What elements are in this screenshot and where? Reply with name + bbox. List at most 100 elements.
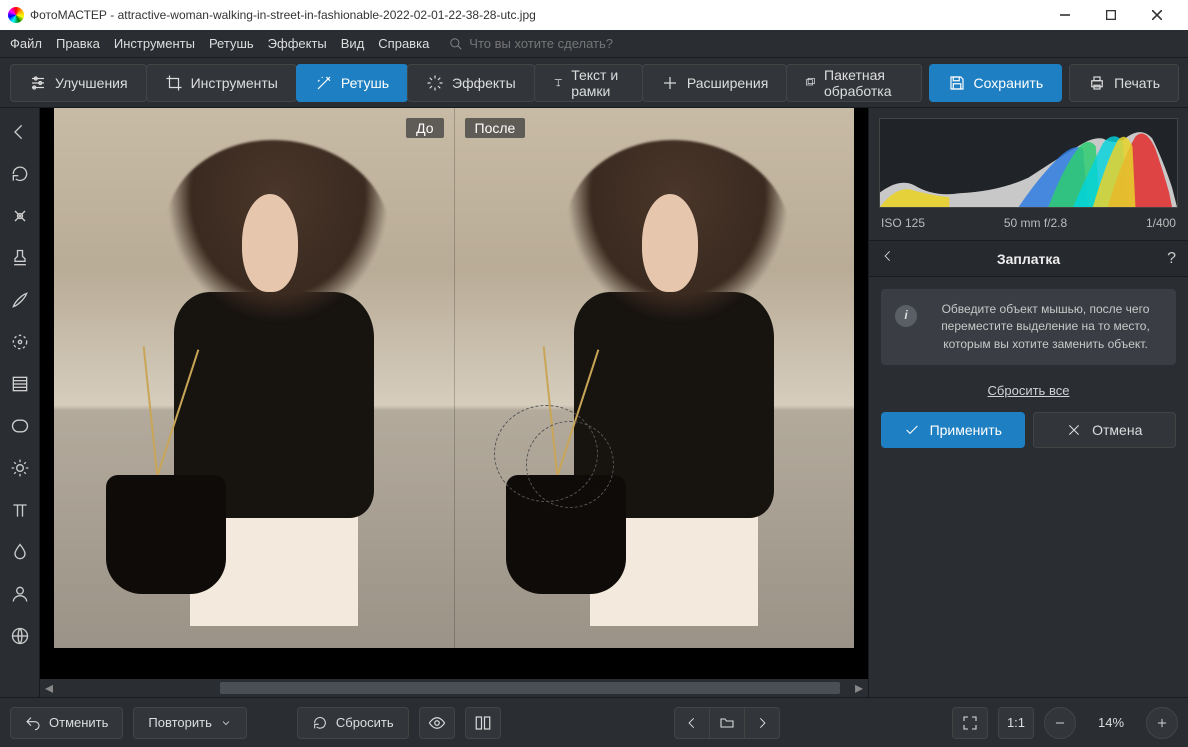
menubar: Файл Правка Инструменты Ретушь Эффекты В… <box>0 30 1188 58</box>
image-compare: До После <box>54 108 854 648</box>
title-app: ФотоМАСТЕР <box>30 8 107 22</box>
tab-label: Пакетная обработка <box>824 67 903 99</box>
liquify-tool[interactable] <box>6 538 34 566</box>
hint-text: Обведите объект мышью, после чего переме… <box>929 301 1162 353</box>
window-close-button[interactable] <box>1134 0 1180 30</box>
btn-label: Отменить <box>49 715 108 730</box>
menu-retouch[interactable]: Ретушь <box>209 36 254 51</box>
window-maximize-button[interactable] <box>1088 0 1134 30</box>
fit-screen-button[interactable] <box>952 707 988 739</box>
check-icon <box>904 422 920 438</box>
app-logo-icon <box>8 7 24 23</box>
window-minimize-button[interactable] <box>1042 0 1088 30</box>
exif-row: ISO 125 50 mm f/2.8 1/400 <box>869 212 1188 240</box>
actual-size-button[interactable]: 1:1 <box>998 707 1034 739</box>
portrait-tool[interactable] <box>6 580 34 608</box>
panel-title: Заплатка <box>901 251 1156 267</box>
fit-icon <box>962 715 978 731</box>
zoom-in-button[interactable] <box>1146 707 1178 739</box>
save-icon <box>948 74 966 92</box>
titlebar: ФотоМАСТЕР - attractive-woman-walking-in… <box>0 0 1188 30</box>
menu-file[interactable]: Файл <box>10 36 42 51</box>
save-button[interactable]: Сохранить <box>929 64 1063 102</box>
menu-effects[interactable]: Эффекты <box>268 36 327 51</box>
scroll-right-icon[interactable]: ▸ <box>850 679 868 697</box>
crop-icon <box>165 74 183 92</box>
histogram[interactable] <box>879 118 1178 208</box>
btn-label: Отмена <box>1092 422 1142 438</box>
nav-group <box>674 707 779 739</box>
open-folder-button[interactable] <box>709 707 745 739</box>
text-icon <box>553 74 564 92</box>
menu-help[interactable]: Справка <box>378 36 429 51</box>
menu-tools[interactable]: Инструменты <box>114 36 195 51</box>
horizontal-scrollbar[interactable]: ◂ ▸ <box>40 679 868 697</box>
tab-retouch[interactable]: Ретушь <box>296 64 408 102</box>
chevron-right-icon <box>755 716 769 730</box>
redo-button[interactable]: Повторить <box>133 707 246 739</box>
btn-label: Повторить <box>148 715 211 730</box>
ratio-label: 1:1 <box>1007 715 1025 730</box>
scroll-left-icon[interactable]: ◂ <box>40 679 58 697</box>
title-sep: - <box>107 8 118 22</box>
reset-all-link[interactable]: Сбросить все <box>869 383 1188 398</box>
tab-extensions[interactable]: Расширения <box>642 64 787 102</box>
panel-help-button[interactable]: ? <box>1156 250 1176 268</box>
reset-button[interactable]: Сбросить <box>297 707 409 739</box>
apply-button[interactable]: Применить <box>881 412 1025 448</box>
canvas-viewport[interactable]: До После <box>40 108 868 679</box>
print-button[interactable]: Печать <box>1069 64 1179 102</box>
search-wrap <box>449 36 669 51</box>
brush-tool[interactable] <box>6 286 34 314</box>
image-before: До <box>54 108 454 648</box>
scroll-thumb[interactable] <box>220 682 840 694</box>
globe-tool[interactable] <box>6 622 34 650</box>
gradient-tool[interactable] <box>6 370 34 398</box>
stamp-tool[interactable] <box>6 244 34 272</box>
images-icon <box>805 74 816 92</box>
exposure-tool[interactable] <box>6 454 34 482</box>
vignette-tool[interactable] <box>6 412 34 440</box>
undo-icon <box>25 715 41 731</box>
prev-image-button[interactable] <box>674 707 710 739</box>
tab-label: Эффекты <box>452 75 516 91</box>
zoom-value: 14% <box>1086 715 1136 730</box>
undo-button[interactable]: Отменить <box>10 707 123 739</box>
search-input[interactable] <box>469 36 669 51</box>
zoom-out-button[interactable] <box>1044 707 1076 739</box>
tab-enhance[interactable]: Улучшения <box>10 64 147 102</box>
plus-icon <box>661 74 679 92</box>
tab-tools[interactable]: Инструменты <box>146 64 297 102</box>
back-button[interactable] <box>6 118 34 146</box>
patch-selection[interactable] <box>526 421 614 507</box>
rotate-tool[interactable] <box>6 160 34 188</box>
tab-effects[interactable]: Эффекты <box>407 64 535 102</box>
cancel-button[interactable]: Отмена <box>1033 412 1177 448</box>
panel-back-button[interactable] <box>881 249 901 268</box>
compare-button[interactable] <box>465 707 501 739</box>
preview-button[interactable] <box>419 707 455 739</box>
radial-tool[interactable] <box>6 328 34 356</box>
panel-hint: i Обведите объект мышью, после чего пере… <box>881 289 1176 365</box>
panel-header: Заплатка ? <box>869 240 1188 277</box>
text-tool[interactable] <box>6 496 34 524</box>
next-image-button[interactable] <box>744 707 780 739</box>
canvas-area: До После ◂ <box>40 108 868 697</box>
exif-lens: 50 mm f/2.8 <box>1004 216 1067 230</box>
batch-button[interactable]: Пакетная обработка <box>786 64 921 102</box>
btn-label: Применить <box>930 422 1002 438</box>
heal-tool[interactable] <box>6 202 34 230</box>
tab-label: Сохранить <box>974 75 1044 91</box>
exif-iso: ISO 125 <box>881 216 925 230</box>
minus-icon <box>1053 716 1067 730</box>
sparkle-icon <box>426 74 444 92</box>
tab-text[interactable]: Текст и рамки <box>534 64 643 102</box>
tab-label: Печать <box>1114 75 1160 91</box>
compare-icon <box>474 714 492 732</box>
reset-icon <box>312 715 328 731</box>
menu-view[interactable]: Вид <box>341 36 365 51</box>
menu-edit[interactable]: Правка <box>56 36 100 51</box>
tab-label: Текст и рамки <box>571 67 624 99</box>
toolbar: Улучшения Инструменты Ретушь Эффекты Тек… <box>0 58 1188 108</box>
bottombar: Отменить Повторить Сбросить 1:1 14% <box>0 697 1188 747</box>
